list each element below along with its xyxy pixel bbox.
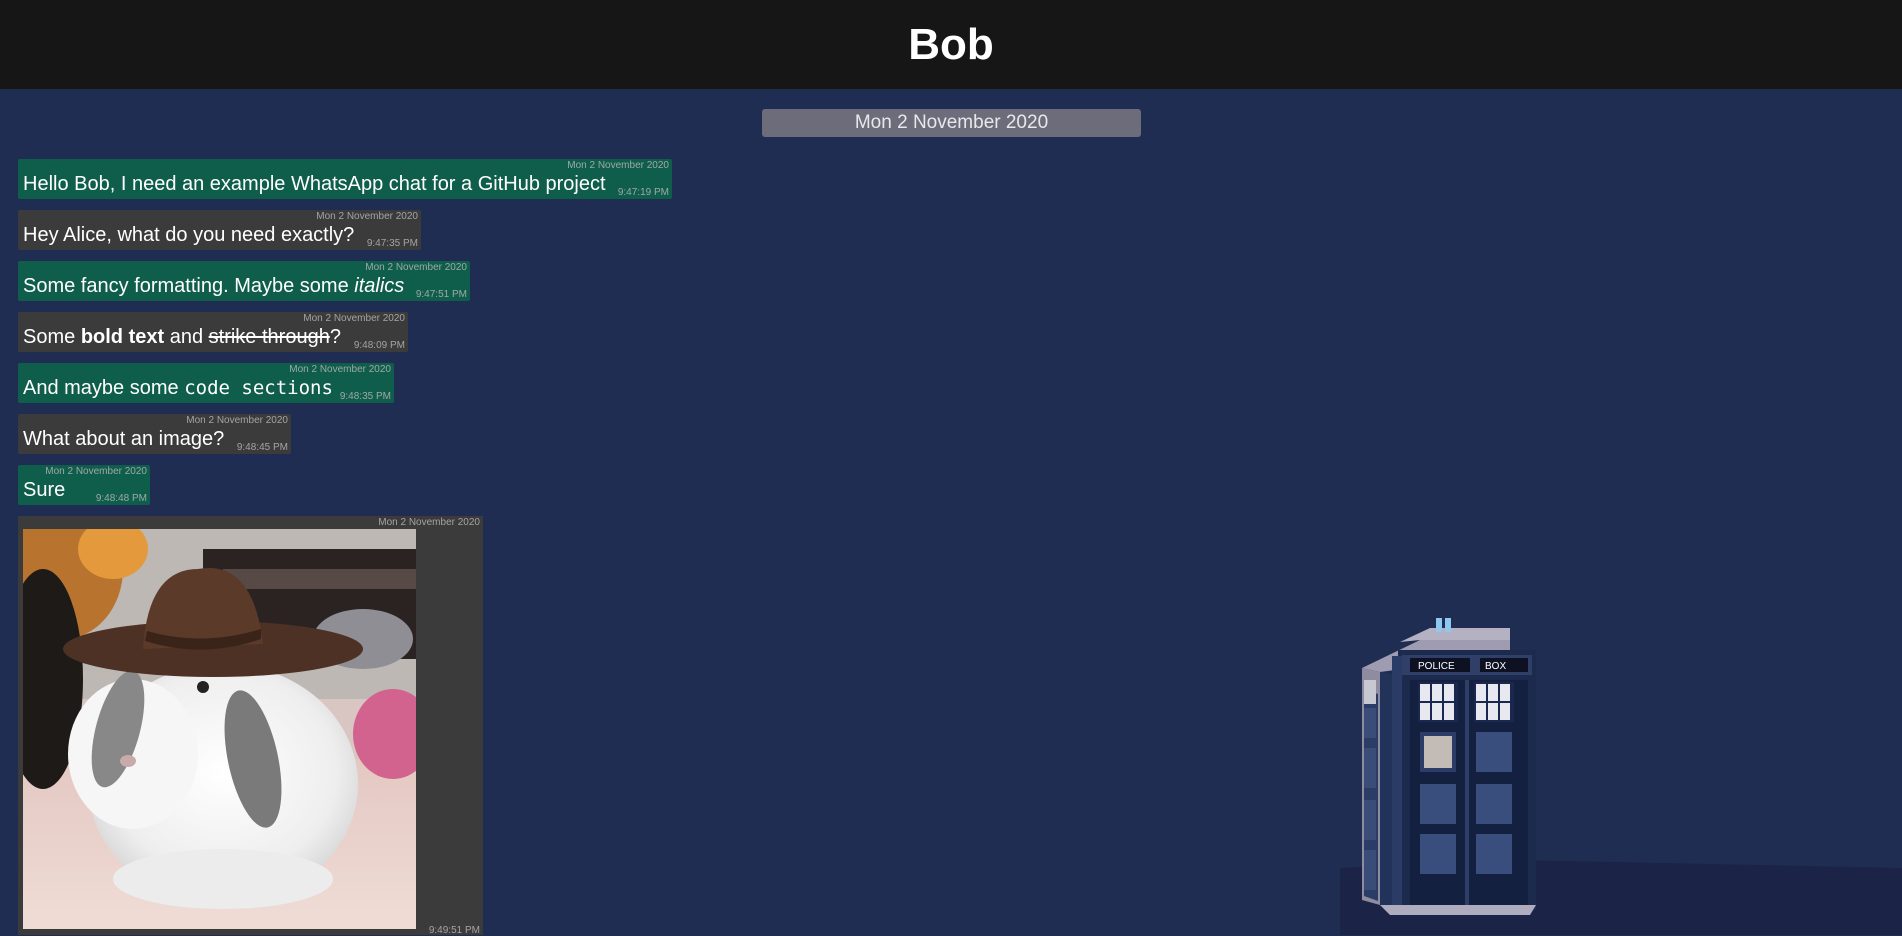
message-time: 9:47:35 PM bbox=[366, 238, 418, 249]
contact-name: Bob bbox=[908, 19, 994, 69]
tardis-illustration: POLICE BOX bbox=[1340, 618, 1902, 935]
message-date: Mon 2 November 2020 bbox=[45, 466, 147, 477]
message-time: 9:48:45 PM bbox=[236, 442, 288, 453]
date-divider: Mon 2 November 2020 bbox=[762, 109, 1141, 137]
message-date: Mon 2 November 2020 bbox=[303, 313, 405, 324]
message-text: What about an image? bbox=[23, 428, 225, 450]
message-date: Mon 2 November 2020 bbox=[316, 211, 418, 222]
text-plain: And maybe some bbox=[23, 377, 185, 399]
message-time: 9:47:19 PM bbox=[617, 187, 669, 198]
message-text: Hey Alice, what do you need exactly? bbox=[23, 224, 355, 246]
message-bubble-incoming-image[interactable]: Mon 2 November 2020 9:49:51 PM bbox=[18, 516, 483, 936]
message-bubble-outgoing[interactable]: Mon 2 November 2020 Sure 9:48:48 PM bbox=[18, 465, 150, 505]
message-time: 9:48:48 PM bbox=[95, 493, 147, 504]
message-bubble-outgoing[interactable]: Mon 2 November 2020 And maybe some code … bbox=[18, 363, 394, 403]
text-plain: Some bbox=[23, 326, 81, 348]
text-italic: italics bbox=[354, 275, 405, 297]
message-date: Mon 2 November 2020 bbox=[365, 262, 467, 273]
message-date: Mon 2 November 2020 bbox=[378, 517, 480, 528]
message-text: Hello Bob, I need an example WhatsApp ch… bbox=[23, 173, 606, 195]
text-strike: strike through bbox=[208, 326, 330, 348]
message-text: And maybe some code sections bbox=[23, 377, 333, 400]
message-bubble-incoming[interactable]: Mon 2 November 2020 Some bold text and s… bbox=[18, 312, 408, 352]
text-code: code sections bbox=[184, 377, 333, 399]
message-time: 9:49:51 PM bbox=[428, 925, 480, 936]
text-bold: bold text bbox=[80, 326, 165, 348]
message-date: Mon 2 November 2020 bbox=[186, 415, 288, 426]
message-bubble-incoming[interactable]: Mon 2 November 2020 Hey Alice, what do y… bbox=[18, 210, 421, 250]
message-text: Some fancy formatting. Maybe some italic… bbox=[23, 275, 404, 298]
text-plain: ? bbox=[329, 326, 341, 348]
message-bubble-incoming[interactable]: Mon 2 November 2020 What about an image?… bbox=[18, 414, 291, 454]
message-text: Sure bbox=[23, 479, 66, 501]
tardis-sign-box: BOX bbox=[1485, 661, 1506, 672]
message-time: 9:48:35 PM bbox=[339, 391, 391, 402]
message-time: 9:47:51 PM bbox=[415, 289, 467, 300]
chat-header: Bob bbox=[0, 0, 1902, 89]
text-plain: Some fancy formatting. Maybe some bbox=[23, 275, 355, 297]
tardis-sign-police: POLICE bbox=[1418, 661, 1455, 672]
message-date: Mon 2 November 2020 bbox=[289, 364, 391, 375]
message-bubble-outgoing[interactable]: Mon 2 November 2020 Some fancy formattin… bbox=[18, 261, 470, 301]
text-plain: and bbox=[164, 326, 209, 348]
message-text: Some bold text and strike through? bbox=[23, 326, 341, 349]
message-date: Mon 2 November 2020 bbox=[567, 160, 669, 171]
bunny-photo[interactable] bbox=[23, 529, 416, 929]
message-time: 9:48:09 PM bbox=[353, 340, 405, 351]
message-bubble-outgoing[interactable]: Mon 2 November 2020 Hello Bob, I need an… bbox=[18, 159, 672, 199]
